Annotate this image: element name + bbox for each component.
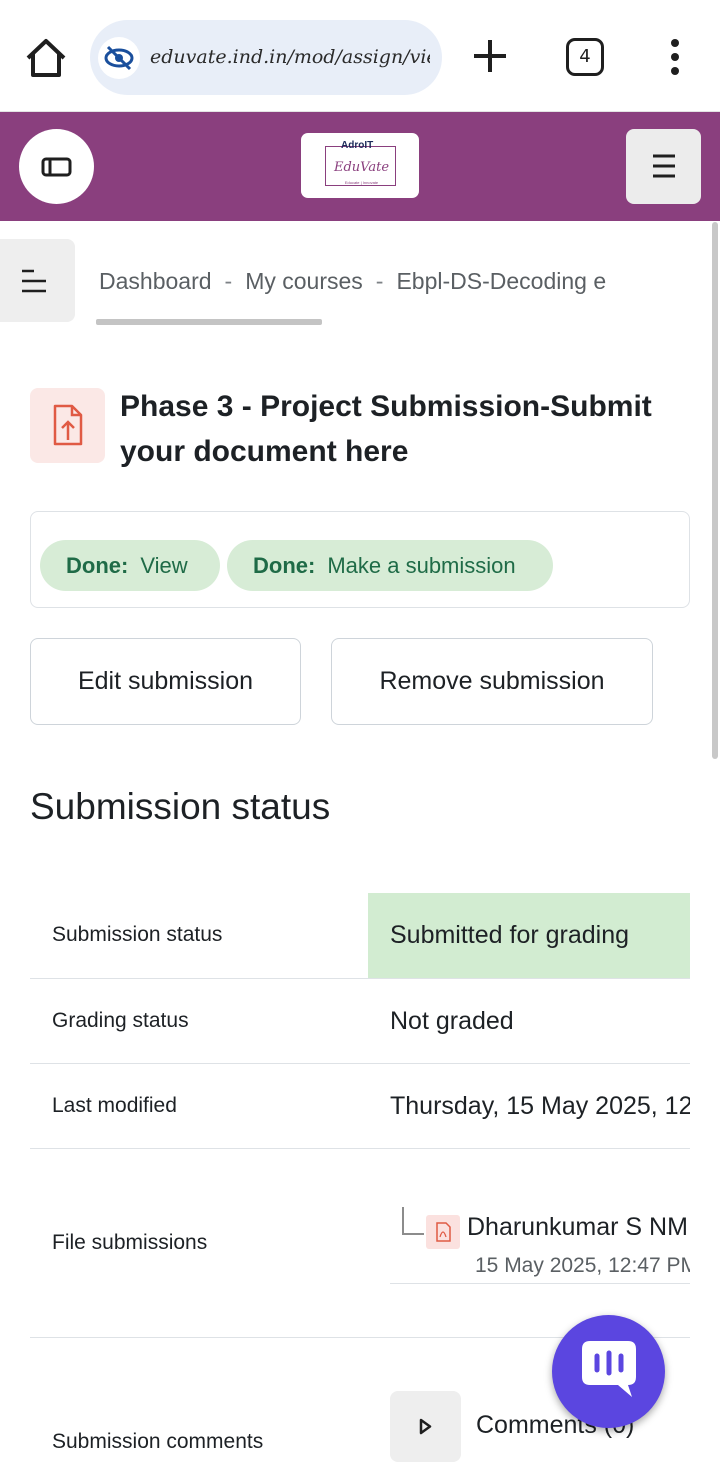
breadcrumb-course[interactable]: Ebpl-DS-Decoding e xyxy=(396,268,606,294)
edit-submission-button[interactable]: Edit submission xyxy=(30,638,301,725)
new-tab-icon[interactable] xyxy=(468,34,512,78)
chat-icon xyxy=(582,1341,636,1397)
remove-submission-button[interactable]: Remove submission xyxy=(331,638,653,725)
browser-toolbar: eduvate.ind.in/mod/assign/view. 4 xyxy=(0,0,720,112)
page-scrollbar[interactable] xyxy=(712,222,718,759)
grading-status-value: Not graded xyxy=(390,1007,514,1035)
course-index-button[interactable] xyxy=(0,239,75,322)
logo-frame: EduVate Educate | Innovate xyxy=(325,146,396,186)
row-label: Last modified xyxy=(52,1094,177,1117)
main-menu-button[interactable] xyxy=(626,129,701,204)
page-title: Phase 3 - Project Submission-Submit your… xyxy=(120,390,652,468)
last-modified-value: Thursday, 15 May 2025, 12 xyxy=(390,1092,690,1120)
site-navbar: EduVate Educate | Innovate AdroIT xyxy=(0,112,720,221)
url-text: eduvate.ind.in/mod/assign/view. xyxy=(150,46,430,68)
chat-button[interactable] xyxy=(552,1315,665,1428)
completion-badge-submission: Done: Make a submission xyxy=(227,540,553,591)
row-label: File submissions xyxy=(52,1231,208,1254)
play-icon xyxy=(419,1418,432,1435)
site-logo[interactable]: EduVate Educate | Innovate AdroIT xyxy=(301,133,419,198)
more-vert-icon[interactable] xyxy=(660,36,690,80)
completion-label: View xyxy=(140,553,188,578)
breadcrumb-separator: - xyxy=(224,268,233,294)
file-link[interactable]: Dharunkumar S NM xyxy=(467,1213,690,1242)
home-icon[interactable] xyxy=(22,36,70,80)
logo-tagline: Educate | Innovate xyxy=(344,180,379,185)
row-label: Submission comments xyxy=(52,1430,264,1453)
row-label: Submission status xyxy=(52,923,223,946)
completion-label: Make a submission xyxy=(327,553,516,578)
breadcrumb: Dashboard - My courses - Ebpl-DS-Decoding e xyxy=(99,268,627,295)
completion-status: Done: xyxy=(253,553,316,578)
breadcrumb-dashboard[interactable]: Dashboard xyxy=(99,268,212,294)
sidebar-toggle-button[interactable] xyxy=(19,129,94,204)
section-heading: Submission status xyxy=(30,786,331,827)
logo-main-text: EduVate xyxy=(333,160,390,175)
index-icon xyxy=(22,269,46,293)
table-row: File submissions Dharunkumar S NM 15 May… xyxy=(30,1149,690,1338)
divider xyxy=(390,1283,690,1284)
table-row: Submission status Submitted for grading xyxy=(30,893,690,979)
completion-status: Done: xyxy=(66,553,129,578)
eye-off-icon[interactable] xyxy=(98,37,140,79)
comments-toggle-button[interactable] xyxy=(390,1391,461,1462)
hamburger-icon xyxy=(653,154,675,178)
completion-badge-view: Done: View xyxy=(40,540,220,591)
tab-switcher-button[interactable]: 4 xyxy=(566,38,604,76)
panel-icon xyxy=(41,157,72,177)
breadcrumb-scrollbar[interactable] xyxy=(96,319,322,325)
assignment-icon xyxy=(30,388,105,463)
row-label: Grading status xyxy=(52,1009,189,1032)
pdf-icon xyxy=(426,1215,460,1249)
tree-connector xyxy=(402,1207,424,1235)
logo-top-text: AdroIT xyxy=(341,140,374,151)
completion-info: Done: View Done: Make a submission xyxy=(30,511,690,608)
breadcrumb-separator: - xyxy=(375,268,384,294)
file-timestamp: 15 May 2025, 12:47 PM xyxy=(475,1254,690,1277)
table-row: Grading status Not graded xyxy=(30,979,690,1064)
breadcrumb-my-courses[interactable]: My courses xyxy=(245,268,363,294)
table-row: Last modified Thursday, 15 May 2025, 12 xyxy=(30,1064,690,1149)
submission-status-value: Submitted for grading xyxy=(390,921,630,949)
address-bar[interactable]: eduvate.ind.in/mod/assign/view. xyxy=(90,20,442,95)
